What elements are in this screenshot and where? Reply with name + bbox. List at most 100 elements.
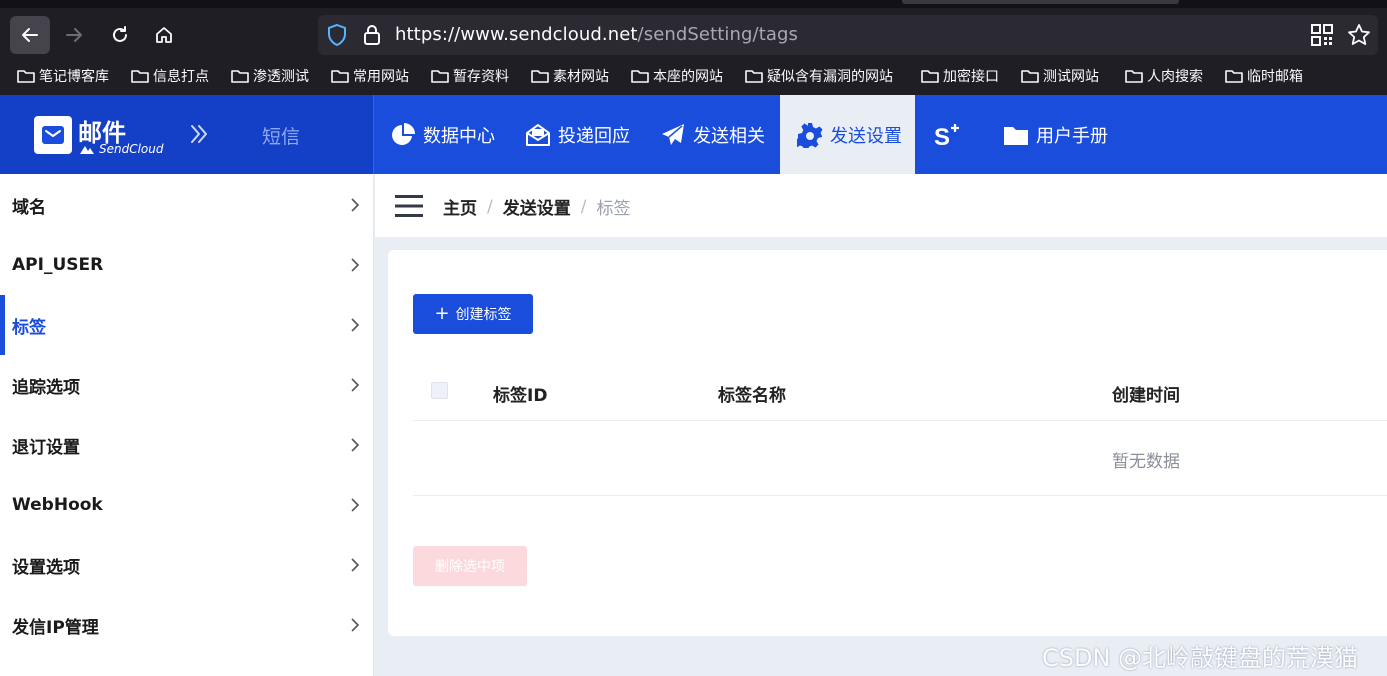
bookmark-label: 渗透测试 <box>253 69 309 85</box>
folder-icon <box>745 70 763 83</box>
bookmark-label: 素材网站 <box>553 69 609 85</box>
chevron-right-icon <box>351 438 360 452</box>
sidebar-item-ip-management[interactable]: 发信IP管理 <box>0 595 374 655</box>
content-card: + 创建标签 标签ID 标签名称 创建时间 暂无数据 删除选中项 <box>388 250 1387 636</box>
chevron-right-icon <box>351 198 360 212</box>
bookmark-folder[interactable]: 本座的网站 <box>631 64 723 88</box>
bookmark-folder[interactable]: 加密接口 <box>921 64 999 88</box>
bookmark-folder[interactable]: 测试网站 <box>1021 64 1099 88</box>
chevron-right-icon <box>351 498 360 512</box>
create-tag-button[interactable]: + 创建标签 <box>413 294 533 334</box>
envelope-open-icon <box>526 123 550 146</box>
paper-plane-icon <box>662 123 684 145</box>
folder-icon <box>1125 70 1143 83</box>
bookmark-label: 测试网站 <box>1043 69 1099 85</box>
nav-label: 发送设置 <box>830 125 902 147</box>
nav-s-plus[interactable]: S <box>915 95 988 174</box>
bookmark-folder[interactable]: 人肉搜索 <box>1125 64 1203 88</box>
sidebar-item-unsubscribe[interactable]: 退订设置 <box>0 415 374 475</box>
sms-link[interactable]: 短信 <box>262 122 300 149</box>
create-tag-label: 创建标签 <box>455 307 512 323</box>
bookmark-folder[interactable]: 临时邮箱 <box>1225 64 1303 88</box>
logo-subtitle-text: SendCloud <box>99 142 164 156</box>
url-path: /sendSetting/tags <box>637 24 799 45</box>
url-host: https://www.sendcloud.net <box>395 24 638 45</box>
chevron-right-icon <box>351 378 360 392</box>
double-chevron-right-icon[interactable] <box>188 121 208 147</box>
top-nav: 数据中心 投递回应 发送相关 发送设置 S 用户手册 <box>375 95 1123 174</box>
sidebar-item-tags[interactable]: 标签 <box>0 295 374 355</box>
qr-code-icon[interactable] <box>1311 24 1333 46</box>
forward-button[interactable] <box>54 16 94 54</box>
breadcrumb-section[interactable]: 发送设置 <box>503 194 571 219</box>
back-button[interactable] <box>10 16 50 54</box>
bookmark-label: 人肉搜索 <box>1147 69 1203 85</box>
shield-icon[interactable] <box>326 23 348 47</box>
delete-selected-button[interactable]: 删除选中项 <box>413 546 527 586</box>
app-header: 邮件 SendCloud 短信 数据中心 投递回应 发送相关 发送设置 S 用户… <box>0 95 1387 174</box>
sidebar-item-api-user[interactable]: API_USER <box>0 235 374 295</box>
bookmark-folder[interactable]: 渗透测试 <box>231 64 309 88</box>
sidebar-item-settings[interactable]: 设置选项 <box>0 535 374 595</box>
table-empty-row: 暂无数据 <box>413 421 1387 496</box>
bookmark-label: 临时邮箱 <box>1247 69 1303 85</box>
sidebar-item-webhook[interactable]: WebHook <box>0 475 374 535</box>
hamburger-menu-icon[interactable] <box>395 194 423 218</box>
bookmark-folder[interactable]: 常用网站 <box>331 64 409 88</box>
sidebar: 域名 API_USER 标签 追踪选项 退订设置 WebHook 设置选项 发信… <box>0 174 374 676</box>
bookmark-label: 笔记博客库 <box>39 69 109 85</box>
empty-state-text: 暂无数据 <box>1112 452 1180 472</box>
breadcrumb: 主页 / 发送设置 / 标签 <box>443 194 630 220</box>
column-header-tag-id: 标签ID <box>493 386 548 406</box>
bookmark-folder[interactable]: 疑似含有漏洞的网站 <box>745 64 893 88</box>
sendcloud-mark-icon <box>80 145 94 154</box>
logo-subtitle: SendCloud <box>79 142 164 156</box>
bookmark-folder[interactable]: 暂存资料 <box>431 64 509 88</box>
table-header: 标签ID 标签名称 创建时间 <box>413 366 1387 421</box>
mail-logo-icon[interactable] <box>34 116 72 154</box>
sidebar-item-label: WebHook <box>12 495 103 515</box>
sidebar-item-label: API_USER <box>12 255 104 275</box>
breadcrumb-separator: / <box>487 196 493 217</box>
nav-send-settings[interactable]: 发送设置 <box>780 95 915 174</box>
home-button[interactable] <box>144 16 184 54</box>
nav-send-related[interactable]: 发送相关 <box>645 95 780 174</box>
chevron-right-icon <box>351 318 360 332</box>
bookmarks-bar: 笔记博客库 信息打点 渗透测试 常用网站 暂存资料 素材网站 本座的网站 疑似含… <box>0 62 1387 90</box>
url-text[interactable]: https://www.sendcloud.net/sendSetting/ta… <box>395 24 798 45</box>
reload-button[interactable] <box>100 16 140 54</box>
bookmark-star-icon[interactable] <box>1347 23 1371 47</box>
sidebar-item-label: 追踪选项 <box>12 377 80 398</box>
nav-label: 投递回应 <box>558 125 630 147</box>
sidebar-item-domain[interactable]: 域名 <box>0 175 374 235</box>
sidebar-item-tracking[interactable]: 追踪选项 <box>0 355 374 415</box>
nav-data-center[interactable]: 数据中心 <box>375 95 510 174</box>
s-plus-icon: S <box>934 123 959 148</box>
logo-area: 邮件 SendCloud 短信 <box>0 95 374 174</box>
folder-icon <box>631 70 649 83</box>
arrow-right-icon <box>66 28 82 42</box>
folder-icon <box>921 70 939 83</box>
column-header-tag-name: 标签名称 <box>718 386 786 406</box>
bookmark-folder[interactable]: 笔记博客库 <box>17 64 109 88</box>
nav-label: 用户手册 <box>1036 125 1108 147</box>
breadcrumb-home[interactable]: 主页 <box>443 194 477 219</box>
lock-icon[interactable] <box>362 23 382 47</box>
active-tab-indicator[interactable] <box>902 0 1179 4</box>
bookmark-label: 常用网站 <box>353 69 409 85</box>
bookmark-label: 加密接口 <box>943 69 999 85</box>
bookmark-folder[interactable]: 素材网站 <box>531 64 609 88</box>
sidebar-item-label: 退订设置 <box>12 437 80 458</box>
nav-label: 数据中心 <box>423 125 495 147</box>
bookmark-label: 本座的网站 <box>653 69 723 85</box>
pie-chart-icon <box>392 122 415 145</box>
address-bar[interactable]: https://www.sendcloud.net/sendSetting/ta… <box>318 15 1378 55</box>
bookmark-folder[interactable]: 信息打点 <box>131 64 209 88</box>
select-all-checkbox[interactable] <box>431 382 448 399</box>
bookmark-label: 暂存资料 <box>453 69 509 85</box>
nav-delivery-response[interactable]: 投递回应 <box>510 95 645 174</box>
nav-user-manual[interactable]: 用户手册 <box>988 95 1123 174</box>
folder-icon <box>131 70 149 83</box>
column-header-created-time: 创建时间 <box>1112 386 1180 406</box>
folder-icon <box>1225 70 1243 83</box>
